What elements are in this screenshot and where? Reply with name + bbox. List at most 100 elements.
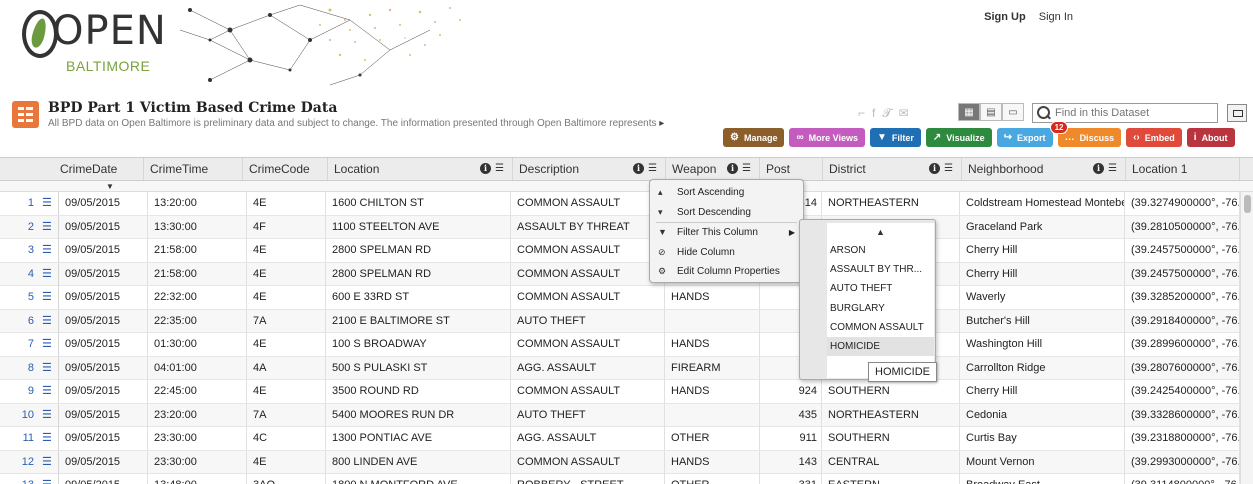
column-menu-icon[interactable]: ☰ <box>495 163 506 174</box>
column-header-crimetime[interactable]: CrimeTime <box>144 158 243 180</box>
table-row[interactable]: 2 ☰ 09/05/2015 13:30:00 4F 1100 STEELTON AVE A… <box>0 215 1240 239</box>
row-number[interactable]: 10 <box>0 404 38 427</box>
embed-button[interactable]: ‹› Embed <box>1126 128 1182 147</box>
manage-button[interactable]: ⚙ Manage <box>723 128 785 147</box>
email-icon[interactable]: ✉ <box>899 106 909 121</box>
rss-icon[interactable]: ⌐ <box>858 106 865 121</box>
table-row[interactable]: 8 ☰ 09/05/2015 04:01:00 4A 500 S PULASKI ST AG… <box>0 356 1240 380</box>
cell-time: 21:58:00 <box>148 239 247 262</box>
row-number[interactable]: 6 <box>0 310 38 333</box>
column-header-neighborhood[interactable]: Neighborhood i ☰ <box>962 158 1126 180</box>
row-number[interactable]: 13 <box>0 474 38 484</box>
column-menu-icon[interactable]: ☰ <box>1108 163 1119 174</box>
row-details-icon[interactable]: ☰ <box>38 356 59 380</box>
filter-values-list[interactable]: ▲ ARSON ASSAULT BY THR... AUTO THEFT BURGLA… <box>827 223 934 378</box>
twitter-icon[interactable]: 𝓣 <box>882 106 891 121</box>
vertical-scrollbar[interactable] <box>1240 192 1253 484</box>
column-header-location-1[interactable]: Location 1 <box>1126 158 1240 180</box>
column-header-district[interactable]: District i ☰ <box>823 158 962 180</box>
row-number[interactable]: 2 <box>0 216 38 239</box>
menu-sort-descending[interactable]: ▾ Sort Descending <box>650 203 803 223</box>
filter-value-option[interactable]: COMMON ASSAULT <box>827 318 934 337</box>
dataset-search-box[interactable] <box>1032 103 1218 123</box>
row-number[interactable]: 8 <box>0 357 38 380</box>
scroll-up-icon[interactable]: ▲ <box>827 223 934 241</box>
table-row[interactable]: 4 ☰ 09/05/2015 21:58:00 4E 2800 SPELMAN RD COM… <box>0 262 1240 286</box>
column-header-crimecode[interactable]: CrimeCode <box>243 158 328 180</box>
table-row[interactable]: 6 ☰ 09/05/2015 22:35:00 7A 2100 E BALTIMORE S… <box>0 309 1240 333</box>
filter-button[interactable]: ▼ Filter <box>869 128 921 147</box>
more-views-button[interactable]: ∞ More Views <box>789 128 865 147</box>
dataset-search-input[interactable] <box>1055 107 1205 119</box>
table-row[interactable]: 12 ☰ 09/05/2015 23:30:00 4E 800 LINDEN AVE COM… <box>0 450 1240 474</box>
column-header-weapon[interactable]: Weapon i ☰ <box>666 158 760 180</box>
column-info-icon[interactable]: i <box>480 163 491 174</box>
row-number[interactable]: 1 <box>0 192 38 215</box>
column-menu-icon[interactable]: ☰ <box>944 163 955 174</box>
table-row[interactable]: 7 ☰ 09/05/2015 01:30:00 4E 100 S BROADWAY COMM… <box>0 333 1240 357</box>
row-details-icon[interactable]: ☰ <box>38 192 59 215</box>
about-button[interactable]: i About <box>1186 128 1235 147</box>
row-details-icon[interactable]: ☰ <box>38 380 59 403</box>
visualize-button[interactable]: ↗ Visualize <box>925 128 992 147</box>
column-info-icon[interactable]: i <box>727 163 738 174</box>
row-number[interactable]: 12 <box>0 451 38 474</box>
row-details-icon[interactable]: ☰ <box>38 262 59 286</box>
row-details-icon[interactable]: ☰ <box>38 309 59 333</box>
menu-sort-ascending[interactable]: ▴ Sort Ascending <box>650 183 803 203</box>
filter-value-option[interactable]: ARSON <box>827 241 934 260</box>
column-header-post[interactable]: Post <box>760 158 823 180</box>
row-number[interactable]: 9 <box>0 380 38 403</box>
binoculars-icon: ∞ <box>796 132 804 143</box>
row-number[interactable]: 3 <box>0 239 38 262</box>
expand-description-icon[interactable]: ▸ <box>659 118 664 129</box>
column-header-crimedate[interactable]: CrimeDate <box>54 158 144 180</box>
table-row[interactable]: 9 ☰ 09/05/2015 22:45:00 4E 3500 ROUND RD COMMO… <box>0 380 1240 404</box>
row-number[interactable]: 7 <box>0 333 38 356</box>
row-number[interactable]: 4 <box>0 263 38 286</box>
row-number[interactable]: 5 <box>0 286 38 309</box>
column-header-location[interactable]: Location i ☰ <box>328 158 513 180</box>
column-header-description[interactable]: Description i ☰ <box>513 158 666 180</box>
row-details-icon[interactable]: ☰ <box>38 450 59 474</box>
filter-value-option[interactable]: HOMICIDE <box>827 336 934 357</box>
row-details-icon[interactable]: ☰ <box>38 239 59 262</box>
row-details-icon[interactable]: ☰ <box>38 333 59 356</box>
menu-edit-column[interactable]: ⚙ Edit Column Properties <box>650 262 803 282</box>
filter-value-option[interactable]: AUTO THEFT <box>827 279 934 298</box>
action-bar: ⚙ Manage ∞ More Views ▼ Filter ↗ Visualize ↪ Expo… <box>723 121 1235 147</box>
row-details-icon[interactable]: ☰ <box>38 215 59 239</box>
row-details-icon[interactable]: ☰ <box>38 403 59 427</box>
table-row[interactable]: 13☰09/05/201513:48:003AO1800 N MONTFORD … <box>0 474 1240 484</box>
row-details-icon[interactable]: ☰ <box>38 286 59 309</box>
fullscreen-view-icon[interactable]: ▭ <box>1002 103 1024 121</box>
table-row[interactable]: 3 ☰ 09/05/2015 21:58:00 4E 2800 SPELMAN RD COM… <box>0 239 1240 263</box>
open-baltimore-logo[interactable]: OPEN BALTIMORE <box>22 6 166 78</box>
page-view-icon[interactable]: ▤ <box>980 103 1002 121</box>
column-menu-icon[interactable]: ☰ <box>648 163 659 174</box>
table-view-icon[interactable]: ▦ <box>958 103 980 121</box>
sign-up-link[interactable]: Sign Up <box>984 11 1026 23</box>
table-row[interactable]: 1 ☰ 09/05/2015 13:20:00 4E 1600 CHILTON ST COM… <box>0 192 1240 216</box>
row-details-icon[interactable]: ☰ <box>38 474 59 484</box>
column-menu-icon[interactable]: ☰ <box>742 163 753 174</box>
menu-hide-column[interactable]: ⊘ Hide Column <box>650 243 803 263</box>
row-number[interactable]: 11 <box>0 427 38 450</box>
row-details-icon[interactable]: ☰ <box>38 427 59 450</box>
filter-value-option[interactable]: BURGLARY <box>827 299 934 318</box>
scrollbar-thumb[interactable] <box>1244 195 1251 213</box>
export-button[interactable]: ↪ Export <box>996 128 1053 147</box>
filter-value-option[interactable]: ASSAULT BY THR... <box>827 260 934 279</box>
table-row[interactable]: 10 ☰ 09/05/2015 23:20:00 7A 5400 MOORES RUN D… <box>0 403 1240 427</box>
sort-chevron-down-icon[interactable]: ▼ <box>106 182 114 191</box>
sign-in-link[interactable]: Sign In <box>1039 11 1073 23</box>
table-row[interactable]: 11 ☰ 09/05/2015 23:30:00 4C 1300 PONTIAC AVE A… <box>0 427 1240 451</box>
discuss-button[interactable]: … Discuss 12 <box>1049 121 1122 147</box>
column-info-icon[interactable]: i <box>929 163 940 174</box>
table-row[interactable]: 5 ☰ 09/05/2015 22:32:00 4E 600 E 33RD ST COMMO… <box>0 286 1240 310</box>
collapse-panel-button[interactable] <box>1227 104 1247 122</box>
column-info-icon[interactable]: i <box>1093 163 1104 174</box>
column-info-icon[interactable]: i <box>633 163 644 174</box>
facebook-icon[interactable]: f <box>872 106 875 121</box>
menu-filter-column[interactable]: ▼ Filter This Column ▶ <box>650 223 803 243</box>
